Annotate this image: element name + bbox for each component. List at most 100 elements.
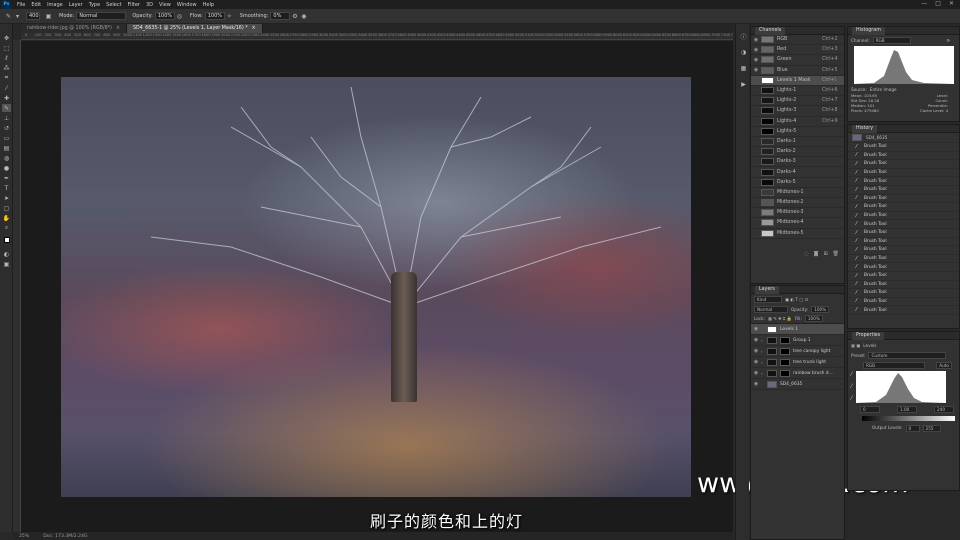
eye-icon[interactable]: ◉	[751, 370, 761, 376]
input-black-field[interactable]: 0	[860, 406, 880, 413]
history-item[interactable]: ⁄ Brush Tool	[848, 263, 959, 272]
layers-title[interactable]: Layers	[755, 285, 779, 294]
quick-mask-icon[interactable]: ◐	[2, 250, 11, 258]
screen-mode-icon[interactable]: ▣	[2, 260, 11, 268]
history-title[interactable]: History	[852, 124, 878, 133]
zoom-level[interactable]: 25%	[19, 534, 29, 539]
shape-tool-icon[interactable]: ▢	[2, 204, 11, 212]
marquee-tool-icon[interactable]: ⬚	[2, 44, 11, 52]
clone-stamp-tool-icon[interactable]: ⊥	[2, 114, 11, 122]
eye-icon[interactable]	[751, 220, 761, 226]
channel-row[interactable]: ◉ RGB Ctrl+2	[751, 35, 844, 46]
channel-row[interactable]: Midtones-1	[751, 188, 844, 198]
refresh-icon[interactable]: ⟳	[946, 38, 950, 43]
channel-row[interactable]: Midtones-3	[751, 208, 844, 219]
eyedropper-black-icon[interactable]: ⁄	[851, 371, 852, 378]
hand-tool-icon[interactable]: ✋	[2, 214, 11, 222]
new-channel-icon[interactable]: ⊞	[823, 251, 827, 257]
gear-icon[interactable]: ⚙	[290, 12, 299, 21]
menu-view[interactable]: View	[156, 2, 174, 8]
menu-layer[interactable]: Layer	[66, 2, 86, 8]
histogram-channel-select[interactable]: RGB	[872, 37, 911, 44]
adjustments-icon[interactable]: ◑	[739, 48, 748, 56]
layer-row[interactable]: ◉ › Group 1	[751, 335, 844, 346]
output-black-field[interactable]: 0	[905, 425, 920, 432]
brush-size-picker[interactable]: 400	[26, 12, 40, 20]
channel-row[interactable]: ◉ Green Ctrl+4	[751, 55, 844, 66]
layer-mask-thumbnail[interactable]	[780, 358, 790, 366]
history-item[interactable]: ⁄ Brush Tool	[848, 177, 959, 186]
opacity-input[interactable]: 100%	[154, 12, 175, 20]
eye-icon[interactable]	[751, 230, 761, 236]
history-item[interactable]: ⁄ Brush Tool	[848, 246, 959, 255]
history-brush-tool-icon[interactable]: ↺	[2, 124, 11, 132]
tab-rainbow-rider[interactable]: rainbow-rider.jpg @ 100% (RGB/8*) ×	[21, 24, 127, 33]
layer-mask-thumbnail[interactable]	[780, 347, 790, 355]
brush-tool-icon[interactable]: ✎	[2, 104, 11, 112]
move-tool-icon[interactable]: ✥	[2, 34, 11, 42]
channel-row[interactable]: Darks-1	[751, 137, 844, 148]
smoothing-input[interactable]: 0%	[270, 12, 291, 20]
eye-icon[interactable]	[751, 88, 761, 94]
menu-file[interactable]: File	[14, 2, 28, 8]
channel-row[interactable]: Midtones-4	[751, 218, 844, 229]
eye-icon[interactable]	[751, 179, 761, 185]
history-item[interactable]: ⁄ Brush Tool	[848, 169, 959, 178]
channel-row[interactable]: ◉ Red Ctrl+3	[751, 45, 844, 56]
history-item[interactable]: ⁄ Brush Tool	[848, 220, 959, 229]
info-icon[interactable]: ⓘ	[739, 32, 748, 41]
mode-select[interactable]: Normal	[76, 12, 127, 20]
history-item[interactable]: ⁄ Brush Tool	[848, 255, 959, 264]
eyedropper-gray-icon[interactable]: ⁄	[851, 383, 852, 390]
airbrush-icon[interactable]: ✧	[225, 12, 234, 21]
swatches-icon[interactable]: ▦	[739, 64, 748, 72]
eye-icon[interactable]	[751, 128, 761, 134]
output-white-field[interactable]: 255	[922, 425, 941, 432]
eye-icon[interactable]	[751, 138, 761, 144]
history-item[interactable]: ⁄ Brush Tool	[848, 238, 959, 247]
menu-window[interactable]: Window	[174, 2, 200, 8]
eye-icon[interactable]: ◉	[751, 359, 761, 365]
canvas-area[interactable]	[21, 41, 733, 532]
channel-row[interactable]: Lights-2 Ctrl+7	[751, 96, 844, 107]
channel-row[interactable]: Darks-5	[751, 178, 844, 188]
load-selection-icon[interactable]: ◌	[804, 251, 808, 257]
eye-icon[interactable]	[751, 200, 761, 206]
layer-row[interactable]: ◉ SD4_6635	[751, 379, 844, 390]
channel-row[interactable]: Darks-2	[751, 147, 844, 158]
channel-row[interactable]: Lights-3 Ctrl+8	[751, 106, 844, 117]
menu-filter[interactable]: Filter	[125, 2, 143, 8]
path-select-tool-icon[interactable]: ➤	[2, 194, 11, 202]
channel-row[interactable]: Lights-1 Ctrl+6	[751, 86, 844, 97]
fill-input[interactable]: 100%	[804, 315, 823, 322]
history-item[interactable]: ⁄ Brush Tool	[848, 143, 959, 152]
menu-help[interactable]: Help	[200, 2, 217, 8]
lock-icons[interactable]: ▦ ✎ ✥ ⌗ 🔒	[768, 316, 792, 322]
filter-icons[interactable]: ▣ ◐ T ▢ ⊡	[785, 297, 808, 302]
close-icon[interactable]: ×	[252, 26, 256, 31]
menu-type[interactable]: Type	[86, 2, 103, 8]
layer-row[interactable]: ◉ › tree trunk light	[751, 357, 844, 368]
input-white-field[interactable]: 240	[934, 406, 954, 413]
history-item[interactable]: ⁄ Brush Tool	[848, 298, 959, 307]
channel-row[interactable]: Midtones-5	[751, 229, 844, 239]
blur-tool-icon[interactable]: ◍	[2, 154, 11, 162]
save-selection-icon[interactable]: ◙	[814, 251, 819, 257]
layer-mask-thumbnail[interactable]	[780, 336, 790, 344]
blend-mode-select[interactable]: Normal	[754, 306, 788, 313]
history-item[interactable]: ⁄ Brush Tool	[848, 195, 959, 204]
eye-icon[interactable]	[751, 210, 761, 216]
history-item[interactable]: ⁄ Brush Tool	[848, 152, 959, 161]
layer-opacity-input[interactable]: 100%	[811, 306, 830, 313]
eye-icon[interactable]	[751, 189, 761, 195]
pressure-size-icon[interactable]: ◉	[299, 12, 308, 21]
play-icon[interactable]: ▶	[739, 80, 748, 88]
layer-row[interactable]: ◉ Levels 1	[751, 324, 844, 335]
close-window-button[interactable]: ✕	[949, 0, 954, 7]
menu-select[interactable]: Select	[103, 2, 124, 8]
channels-title[interactable]: Channels	[755, 26, 786, 35]
channel-row[interactable]: Darks-4	[751, 167, 844, 178]
channel-row[interactable]: Lights-5	[751, 127, 844, 137]
history-item[interactable]: ⁄ Brush Tool	[848, 281, 959, 290]
crop-tool-icon[interactable]: ⌗	[2, 74, 11, 82]
